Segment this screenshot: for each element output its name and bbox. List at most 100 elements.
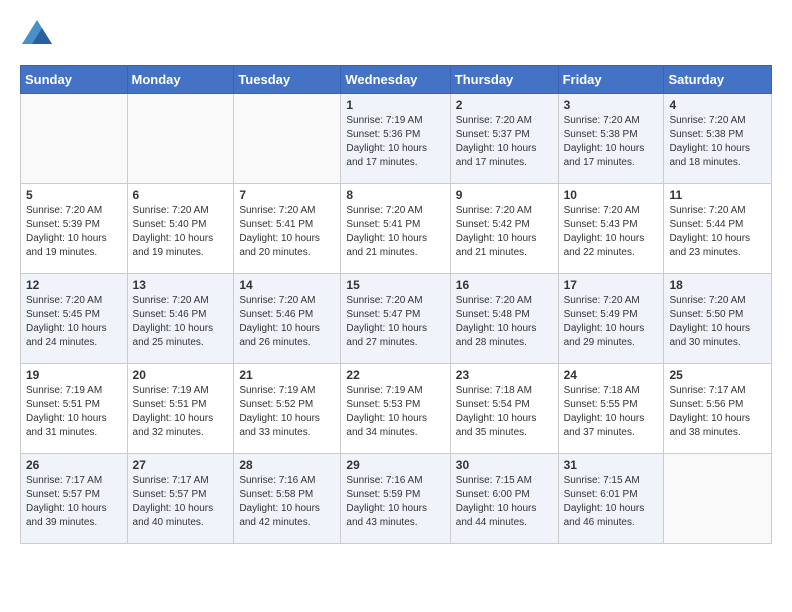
weekday-header-row: SundayMondayTuesdayWednesdayThursdayFrid…: [21, 66, 772, 94]
day-info: Sunrise: 7:15 AM Sunset: 6:01 PM Dayligh…: [564, 474, 659, 530]
day-number: 5: [26, 188, 122, 202]
day-info: Sunrise: 7:15 AM Sunset: 6:00 PM Dayligh…: [456, 474, 553, 530]
day-info: Sunrise: 7:18 AM Sunset: 5:55 PM Dayligh…: [564, 384, 659, 440]
calendar-cell: 27 Sunrise: 7:17 AM Sunset: 5:57 PM Dayli…: [127, 454, 234, 544]
day-number: 2: [456, 98, 553, 112]
calendar-cell: 16 Sunrise: 7:20 AM Sunset: 5:48 PM Dayli…: [450, 274, 558, 364]
weekday-header-tuesday: Tuesday: [234, 66, 341, 94]
calendar-cell: 21 Sunrise: 7:19 AM Sunset: 5:52 PM Dayli…: [234, 364, 341, 454]
day-number: 29: [346, 458, 444, 472]
day-info: Sunrise: 7:19 AM Sunset: 5:51 PM Dayligh…: [133, 384, 229, 440]
weekday-header-sunday: Sunday: [21, 66, 128, 94]
logo: [20, 20, 52, 49]
calendar-cell: 5 Sunrise: 7:20 AM Sunset: 5:39 PM Daylig…: [21, 184, 128, 274]
day-info: Sunrise: 7:18 AM Sunset: 5:54 PM Dayligh…: [456, 384, 553, 440]
calendar-cell: 10Sunrise: 7:20 AM Sunset: 5:43 PM Dayli…: [558, 184, 664, 274]
weekday-header-thursday: Thursday: [450, 66, 558, 94]
day-number: 3: [564, 98, 659, 112]
calendar-cell: 20 Sunrise: 7:19 AM Sunset: 5:51 PM Dayli…: [127, 364, 234, 454]
calendar-cell: [127, 94, 234, 184]
day-number: 16: [456, 278, 553, 292]
day-number: 11: [669, 188, 766, 202]
week-row-4: 19 Sunrise: 7:19 AM Sunset: 5:51 PM Dayli…: [21, 364, 772, 454]
day-number: 28: [239, 458, 335, 472]
day-number: 19: [26, 368, 122, 382]
day-number: 21: [239, 368, 335, 382]
day-info: Sunrise: 7:16 AM Sunset: 5:58 PM Dayligh…: [239, 474, 335, 530]
day-number: 23: [456, 368, 553, 382]
day-number: 8: [346, 188, 444, 202]
calendar-cell: 9 Sunrise: 7:20 AM Sunset: 5:42 PM Daylig…: [450, 184, 558, 274]
day-info: Sunrise: 7:20 AM Sunset: 5:39 PM Dayligh…: [26, 204, 122, 260]
calendar-cell: 2 Sunrise: 7:20 AM Sunset: 5:37 PM Daylig…: [450, 94, 558, 184]
calendar-cell: [234, 94, 341, 184]
day-info: Sunrise: 7:20 AM Sunset: 5:47 PM Dayligh…: [346, 294, 444, 350]
calendar-cell: 24 Sunrise: 7:18 AM Sunset: 5:55 PM Dayli…: [558, 364, 664, 454]
day-number: 20: [133, 368, 229, 382]
day-number: 14: [239, 278, 335, 292]
calendar-cell: 25 Sunrise: 7:17 AM Sunset: 5:56 PM Dayli…: [664, 364, 772, 454]
weekday-header-wednesday: Wednesday: [341, 66, 450, 94]
day-number: 15: [346, 278, 444, 292]
week-row-3: 12Sunrise: 7:20 AM Sunset: 5:45 PM Dayli…: [21, 274, 772, 364]
calendar-cell: 18Sunrise: 7:20 AM Sunset: 5:50 PM Dayli…: [664, 274, 772, 364]
calendar-cell: 26 Sunrise: 7:17 AM Sunset: 5:57 PM Dayli…: [21, 454, 128, 544]
day-number: 30: [456, 458, 553, 472]
day-info: Sunrise: 7:17 AM Sunset: 5:57 PM Dayligh…: [26, 474, 122, 530]
calendar-cell: 29Sunrise: 7:16 AM Sunset: 5:59 PM Dayli…: [341, 454, 450, 544]
day-number: 1: [346, 98, 444, 112]
day-info: Sunrise: 7:20 AM Sunset: 5:46 PM Dayligh…: [133, 294, 229, 350]
day-number: 24: [564, 368, 659, 382]
calendar-cell: 11 Sunrise: 7:20 AM Sunset: 5:44 PM Dayli…: [664, 184, 772, 274]
day-info: Sunrise: 7:19 AM Sunset: 5:52 PM Dayligh…: [239, 384, 335, 440]
day-number: 17: [564, 278, 659, 292]
calendar-cell: [664, 454, 772, 544]
calendar-table: SundayMondayTuesdayWednesdayThursdayFrid…: [20, 65, 772, 544]
calendar-cell: [21, 94, 128, 184]
calendar-cell: 6Sunrise: 7:20 AM Sunset: 5:40 PM Daylig…: [127, 184, 234, 274]
day-number: 9: [456, 188, 553, 202]
day-number: 25: [669, 368, 766, 382]
calendar-cell: 4 Sunrise: 7:20 AM Sunset: 5:38 PM Daylig…: [664, 94, 772, 184]
day-info: Sunrise: 7:20 AM Sunset: 5:38 PM Dayligh…: [669, 114, 766, 170]
logo-icon: [22, 20, 52, 44]
day-info: Sunrise: 7:20 AM Sunset: 5:46 PM Dayligh…: [239, 294, 335, 350]
calendar-cell: 8 Sunrise: 7:20 AM Sunset: 5:41 PM Daylig…: [341, 184, 450, 274]
day-number: 22: [346, 368, 444, 382]
day-number: 26: [26, 458, 122, 472]
calendar-cell: 3 Sunrise: 7:20 AM Sunset: 5:38 PM Daylig…: [558, 94, 664, 184]
day-number: 27: [133, 458, 229, 472]
calendar-cell: 17 Sunrise: 7:20 AM Sunset: 5:49 PM Dayli…: [558, 274, 664, 364]
day-info: Sunrise: 7:20 AM Sunset: 5:41 PM Dayligh…: [239, 204, 335, 260]
day-info: Sunrise: 7:20 AM Sunset: 5:49 PM Dayligh…: [564, 294, 659, 350]
day-info: Sunrise: 7:20 AM Sunset: 5:38 PM Dayligh…: [564, 114, 659, 170]
day-info: Sunrise: 7:17 AM Sunset: 5:56 PM Dayligh…: [669, 384, 766, 440]
day-info: Sunrise: 7:20 AM Sunset: 5:41 PM Dayligh…: [346, 204, 444, 260]
day-info: Sunrise: 7:20 AM Sunset: 5:42 PM Dayligh…: [456, 204, 553, 260]
weekday-header-saturday: Saturday: [664, 66, 772, 94]
calendar-cell: 28 Sunrise: 7:16 AM Sunset: 5:58 PM Dayli…: [234, 454, 341, 544]
day-info: Sunrise: 7:20 AM Sunset: 5:48 PM Dayligh…: [456, 294, 553, 350]
calendar-cell: 22 Sunrise: 7:19 AM Sunset: 5:53 PM Dayli…: [341, 364, 450, 454]
week-row-1: 1 Sunrise: 7:19 AM Sunset: 5:36 PM Daylig…: [21, 94, 772, 184]
day-number: 7: [239, 188, 335, 202]
calendar-cell: 7 Sunrise: 7:20 AM Sunset: 5:41 PM Daylig…: [234, 184, 341, 274]
day-info: Sunrise: 7:19 AM Sunset: 5:51 PM Dayligh…: [26, 384, 122, 440]
calendar-cell: 30 Sunrise: 7:15 AM Sunset: 6:00 PM Dayli…: [450, 454, 558, 544]
calendar-cell: 15 Sunrise: 7:20 AM Sunset: 5:47 PM Dayli…: [341, 274, 450, 364]
day-info: Sunrise: 7:19 AM Sunset: 5:53 PM Dayligh…: [346, 384, 444, 440]
day-number: 4: [669, 98, 766, 112]
weekday-header-monday: Monday: [127, 66, 234, 94]
day-info: Sunrise: 7:20 AM Sunset: 5:37 PM Dayligh…: [456, 114, 553, 170]
day-number: 31: [564, 458, 659, 472]
calendar-cell: 12Sunrise: 7:20 AM Sunset: 5:45 PM Dayli…: [21, 274, 128, 364]
calendar-cell: 23 Sunrise: 7:18 AM Sunset: 5:54 PM Dayli…: [450, 364, 558, 454]
day-info: Sunrise: 7:20 AM Sunset: 5:44 PM Dayligh…: [669, 204, 766, 260]
day-info: Sunrise: 7:20 AM Sunset: 5:45 PM Dayligh…: [26, 294, 122, 350]
calendar-cell: 13Sunrise: 7:20 AM Sunset: 5:46 PM Dayli…: [127, 274, 234, 364]
calendar-cell: 14 Sunrise: 7:20 AM Sunset: 5:46 PM Dayli…: [234, 274, 341, 364]
day-info: Sunrise: 7:20 AM Sunset: 5:40 PM Dayligh…: [133, 204, 229, 260]
day-info: Sunrise: 7:19 AM Sunset: 5:36 PM Dayligh…: [346, 114, 444, 170]
day-info: Sunrise: 7:17 AM Sunset: 5:57 PM Dayligh…: [133, 474, 229, 530]
day-info: Sunrise: 7:20 AM Sunset: 5:50 PM Dayligh…: [669, 294, 766, 350]
